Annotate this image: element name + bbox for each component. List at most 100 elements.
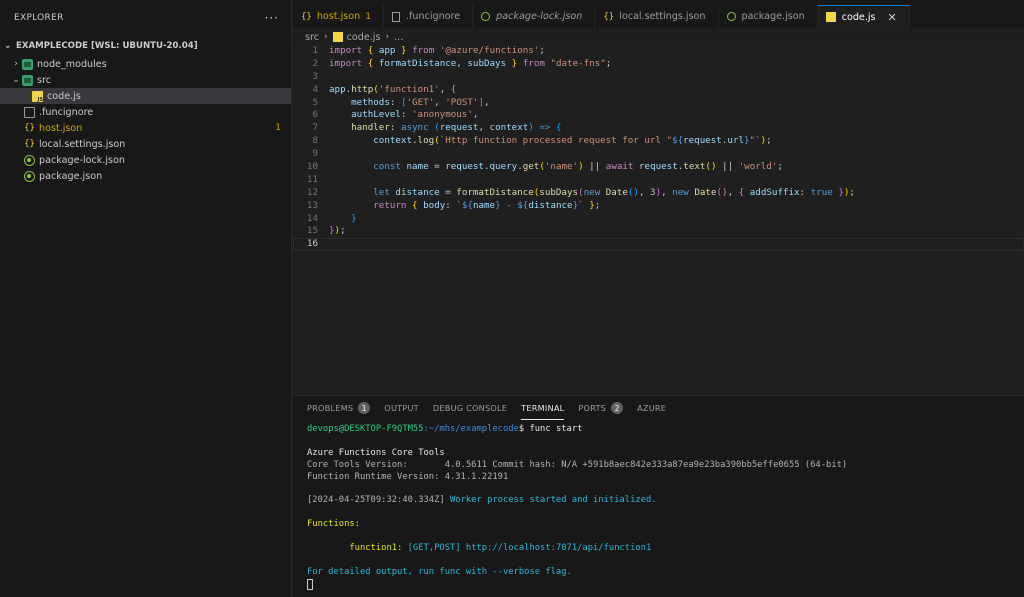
tree-item-host-json[interactable]: {} host.json 1 (0, 120, 291, 136)
json-icon: {} (24, 138, 35, 149)
code-line: 12 let distance = formatDistance(subDays… (293, 187, 1024, 200)
breadcrumb-symbol[interactable]: ... (394, 32, 403, 43)
code-line: 2 import { formatDistance, subDays } from… (293, 58, 1024, 71)
tab-code-js[interactable]: code.js ✕ (817, 5, 910, 28)
tree-item-label: .funcignore (39, 106, 94, 118)
terminal-function-line: function1: [GET,POST] http://localhost:7… (307, 543, 1024, 555)
code-text: app.http('function1', { (329, 83, 457, 95)
tab-label: DEBUG CONSOLE (432, 403, 508, 413)
tree-item-package-json[interactable]: package.json (0, 168, 291, 184)
count-badge: 1 (358, 402, 371, 414)
tree-item-label: code.js (47, 90, 81, 102)
breadcrumb-folder[interactable]: src (305, 32, 319, 43)
tab-problem-badge: 1 (365, 11, 371, 22)
tab-output[interactable]: OUTPUT (384, 396, 419, 420)
tab-host-json[interactable]: {} host.json 1 (293, 5, 384, 28)
code-line: 15}); (293, 225, 1024, 238)
code-line: 4 app.http('function1', { (293, 84, 1024, 97)
close-icon[interactable]: ✕ (888, 11, 897, 24)
terminal-blank (307, 507, 1024, 519)
code-text: import { app } from '@azure/functions'; (329, 45, 545, 56)
line-number: 12 (306, 186, 318, 198)
line-number: 15 (306, 225, 318, 237)
tab-label: code.js (841, 11, 876, 23)
npm-icon (726, 12, 736, 21)
code-text: }); (329, 225, 346, 237)
workspace-label: EXAMPLECODE [WSL: UBUNTU-20.04] (16, 41, 198, 51)
code-line: 11 (293, 174, 1024, 187)
editor-tabs: {} host.json 1 .funcignore package-lock.… (293, 5, 1024, 28)
explorer-header: EXPLORER ··· (0, 0, 291, 36)
tab-azure[interactable]: AZURE (637, 396, 666, 420)
prompt-user: devops@DESKTOP-F9QTM55 (307, 424, 424, 434)
code-line: 13 return { body: `${name} - ${distance}… (293, 200, 1024, 213)
tab-local-settings-json[interactable]: {} local.settings.json (595, 5, 719, 28)
npm-icon (24, 154, 35, 166)
terminal-blank (307, 555, 1024, 567)
code-line: 5 methods: ['GET', 'POST'], (293, 97, 1024, 110)
tab-label: AZURE (637, 403, 667, 413)
tab-terminal[interactable]: TERMINAL (521, 396, 565, 420)
code-line: 7 handler: async (request, context) => { (293, 122, 1024, 135)
tab-funcignore[interactable]: .funcignore (383, 5, 474, 28)
js-file-icon (825, 12, 836, 22)
js-file-icon (332, 32, 343, 42)
more-actions-icon[interactable]: ··· (265, 11, 279, 25)
line-number: 9 (312, 148, 318, 160)
function-name: function1: (307, 542, 403, 553)
code-text: authLevel: 'anonymous', (351, 109, 479, 121)
tab-ports[interactable]: PORTS 2 (578, 396, 624, 420)
bottom-panel: PROBLEMS 1 OUTPUT DEBUG CONSOLE TERMINAL… (293, 395, 1024, 597)
tree-item-node-modules[interactable]: › node_modules (0, 56, 291, 72)
line-number: 4 (312, 83, 318, 95)
terminal-output[interactable]: devops@DESKTOP-F9QTM55:~/mhs/examplecode… (293, 420, 1024, 590)
terminal-cursor (307, 578, 313, 590)
folder-icon (22, 74, 33, 86)
tab-package-lock-json[interactable]: package-lock.json (473, 5, 596, 28)
npm-icon (24, 170, 35, 182)
line-number: 16 (306, 238, 318, 250)
terminal-line: [2024-04-25T09:32:40.334Z] Worker proces… (307, 495, 1024, 507)
tab-label: host.json (316, 11, 361, 22)
log-timestamp: [2024-04-25T09:32:40.334Z] (307, 495, 445, 506)
file-icon (391, 11, 400, 22)
explorer-sidebar: EXPLORER ··· ⌄ EXAMPLECODE [WSL: UBUNTU-… (0, 0, 292, 597)
code-text: import { formatDistance, subDays } from … (329, 57, 612, 69)
file-icon (24, 106, 35, 118)
tab-label: local.settings.json (619, 11, 706, 22)
tree-item-funcignore[interactable]: .funcignore (0, 104, 291, 120)
tab-package-json[interactable]: package.json (718, 5, 818, 28)
line-number: 14 (306, 212, 318, 224)
explorer-title: EXPLORER (14, 13, 64, 23)
tab-label: package-lock.json (496, 11, 583, 22)
prompt-command: $ func start (518, 424, 583, 434)
tree-item-label: package.json (39, 170, 103, 182)
line-number: 7 (312, 122, 318, 134)
line-number: 2 (312, 57, 318, 69)
line-number: 13 (306, 199, 318, 211)
tab-label: package.json (741, 11, 805, 22)
prompt-path: :~/mhs/examplecode (423, 424, 519, 434)
tree-item-local-settings-json[interactable]: {} local.settings.json (0, 136, 291, 152)
workspace-folder[interactable]: ⌄ EXAMPLECODE [WSL: UBUNTU-20.04] (0, 36, 291, 56)
code-text: } (351, 212, 357, 224)
code-editor[interactable]: 1 import { app } from '@azure/functions';… (293, 45, 1024, 395)
tab-label: PROBLEMS (307, 403, 354, 413)
breadcrumb-file[interactable]: code.js (347, 32, 381, 43)
code-line: 1 import { app } from '@azure/functions'; (293, 45, 1024, 58)
json-icon: {} (24, 122, 35, 133)
line-number: 1 (312, 45, 318, 56)
code-line-current: 16 (293, 238, 1024, 252)
tab-debug-console[interactable]: DEBUG CONSOLE (433, 396, 507, 420)
tree-item-code-js[interactable]: code.js (0, 88, 291, 104)
code-line: 10 const name = request.query.get('name'… (293, 161, 1024, 174)
function-url[interactable]: http://localhost:7071/api/function1 (461, 543, 651, 553)
tab-problems[interactable]: PROBLEMS 1 (307, 396, 371, 420)
tab-label: .funcignore (405, 11, 461, 22)
terminal-blank (307, 531, 1024, 543)
code-text: methods: ['GET', 'POST'], (351, 96, 490, 108)
tree-item-src[interactable]: ⌄ src (0, 72, 291, 88)
function-methods: [GET,POST] (402, 542, 461, 553)
tree-item-package-lock-json[interactable]: package-lock.json (0, 152, 291, 168)
code-line: 6 authLevel: 'anonymous', (293, 109, 1024, 122)
